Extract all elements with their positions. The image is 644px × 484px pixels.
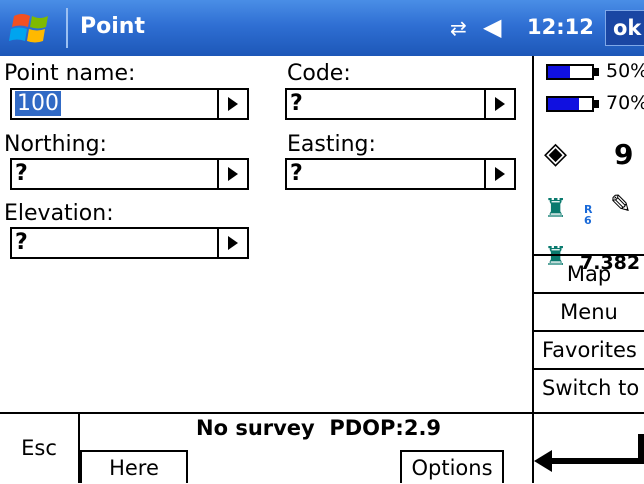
point-name-field[interactable]: 100	[10, 88, 249, 120]
point-name-arrow-button[interactable]	[217, 90, 247, 118]
battery-1-percent: 50%	[606, 60, 644, 82]
northing-field[interactable]: ?	[10, 158, 249, 190]
clock[interactable]: 12:12	[527, 15, 594, 39]
rover-receiver-icon[interactable]: ♜	[544, 194, 567, 224]
window-title: Point	[80, 14, 145, 39]
enter-icon-shaft	[548, 458, 644, 464]
switch-to-button[interactable]: Switch to	[532, 368, 644, 414]
windows-start-icon[interactable]	[8, 8, 62, 48]
survey-status-text: No survey PDOP:2.9	[196, 416, 442, 440]
battery-2-icon[interactable]	[546, 96, 602, 114]
esc-button[interactable]: Esc	[0, 414, 80, 483]
here-button[interactable]: Here	[80, 450, 188, 483]
elevation-field[interactable]: ?	[10, 227, 249, 259]
point-name-value[interactable]: 100	[15, 90, 61, 118]
volume-icon[interactable]: ◀︎	[483, 13, 501, 41]
satellite-count: 9	[614, 138, 634, 171]
easting-label: Easting:	[287, 132, 376, 157]
map-button[interactable]: Map	[532, 254, 644, 292]
enter-icon-stem	[638, 434, 644, 464]
code-arrow-button[interactable]	[484, 90, 514, 118]
favorites-button[interactable]: Favorites	[532, 330, 644, 368]
enter-button[interactable]	[532, 414, 644, 483]
ok-button[interactable]: ok	[605, 10, 644, 46]
elevation-arrow-button[interactable]	[217, 229, 247, 257]
northing-arrow-button[interactable]	[217, 160, 247, 188]
code-field[interactable]: ?	[285, 88, 516, 120]
title-separator	[66, 8, 68, 48]
radio-link-icon[interactable]: ✎	[610, 190, 632, 220]
code-label: Code:	[287, 61, 351, 86]
point-name-label: Point name:	[4, 61, 136, 86]
network-icon[interactable]: ⇄	[450, 16, 467, 40]
title-bar: Point ⇄ ◀︎ 12:12 ok	[0, 0, 644, 56]
battery-2-percent: 70%	[606, 92, 644, 114]
battery-1-icon[interactable]	[546, 64, 602, 82]
satellite-icon[interactable]: ◈	[544, 136, 567, 171]
elevation-value[interactable]: ?	[15, 229, 28, 257]
menu-button[interactable]: Menu	[532, 292, 644, 330]
code-value[interactable]: ?	[290, 90, 303, 118]
easting-arrow-button[interactable]	[484, 160, 514, 188]
options-button[interactable]: Options	[400, 450, 504, 483]
elevation-label: Elevation:	[4, 201, 114, 226]
northing-label: Northing:	[4, 132, 107, 157]
rover-tag: R 6	[584, 203, 593, 227]
northing-value[interactable]: ?	[15, 160, 28, 188]
easting-value[interactable]: ?	[290, 160, 303, 188]
easting-field[interactable]: ?	[285, 158, 516, 190]
